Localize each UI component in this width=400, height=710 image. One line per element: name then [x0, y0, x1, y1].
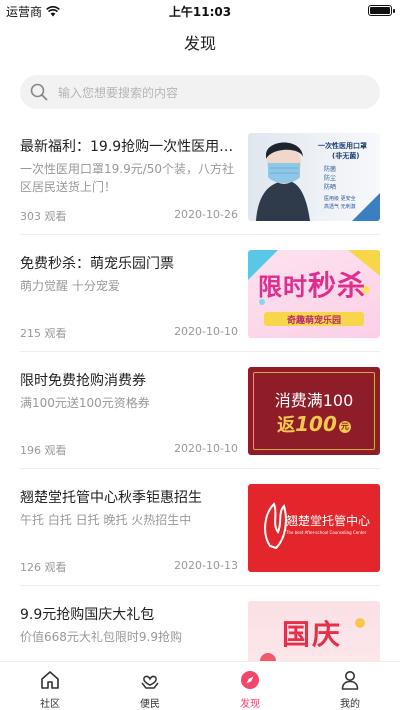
card-title: 翘楚堂托管中心秋季钜惠招生 [20, 490, 202, 506]
thumb-note: 医用级 更安全 [324, 196, 356, 202]
tab-label: 发现 [240, 699, 260, 710]
card-views: 126 观看 [20, 561, 67, 574]
tab-community[interactable]: 社区 [0, 662, 100, 710]
tab-label: 便民 [140, 699, 160, 710]
card-title: 最新福利：19.9抢购一次性医用口罩 [20, 139, 235, 155]
thumb-heading: 一次性医用口罩 [318, 142, 367, 150]
card-desc: 萌力觉醒 十分宠爱 [20, 279, 120, 293]
card-desc: 价值668元大礼包限时9.9抢购 [20, 630, 182, 644]
thumb-line2-unit: 元 [338, 420, 351, 433]
thumb-line2-prefix: 返 [277, 415, 296, 436]
search-placeholder: 输入您想要搜索的内容 [58, 86, 179, 100]
thumb-heading-b: 秒杀 [308, 269, 367, 302]
thumb-english: The best After-school Counseling Center [286, 530, 367, 535]
card-views: 215 观看 [20, 327, 67, 340]
feed-card-pet-park[interactable]: 免费秒杀：萌宠乐园门票 萌力觉醒 十分宠爱 215 观看 2020-10-10 … [20, 235, 380, 351]
card-desc: 一次性医用口罩19.9元/50个装，八方社区居民送货上门！ [20, 162, 235, 194]
card-date: 2020-10-26 [174, 208, 238, 221]
feed-card-childcare[interactable]: 翘楚堂托管中心秋季钜惠招生 午托 白托 日托 晚托 火热招生中 126 观看 2… [20, 469, 380, 585]
status-bar: 运营商 上午11:03 [0, 0, 400, 22]
user-icon [341, 671, 359, 690]
card-thumbnail: 消费满100 返100 元 [248, 367, 380, 455]
card-title: 9.9元抢购国庆大礼包 [20, 607, 155, 623]
card-date: 2020-10-13 [174, 559, 238, 572]
thumb-heading: 限时秒杀 [258, 264, 366, 304]
tab-label: 社区 [40, 699, 60, 710]
card-title: 限时免费抢购消费券 [20, 373, 146, 389]
compass-icon [241, 671, 259, 689]
card-date: 2020-10-10 [174, 325, 238, 338]
heart-hand-icon [141, 675, 159, 689]
thumb-line2-value: 100 [295, 412, 337, 436]
page-title: 发现 [183, 34, 216, 53]
thumb-name: 翘楚堂托管中心 [286, 514, 371, 528]
tab-label: 我的 [340, 699, 360, 710]
thumb-feature: 防菌 [324, 166, 337, 173]
tab-profile[interactable]: 我的 [300, 662, 400, 710]
thumb-ribbon: 奇趣萌宠乐园 [286, 316, 341, 326]
status-time: 上午11:03 [168, 5, 232, 19]
card-date: 2020-10-10 [174, 442, 238, 455]
card-thumbnail: 限时秒杀 奇趣萌宠乐园 [248, 250, 380, 338]
card-thumbnail: 一次性医用口罩 (非无菌) 防菌 防尘 防晒 医用级 更安全 高透气 无刺激 [248, 133, 380, 221]
thumb-text: 国庆 [282, 618, 343, 651]
thumb-sub: (非无菌) [332, 152, 360, 160]
thumb-heading-a: 限时 [258, 273, 308, 301]
feed-card-mask[interactable]: 最新福利：19.9抢购一次性医用口罩 一次性医用口罩19.9元/50个装，八方社… [20, 118, 380, 234]
thumb-notes: 医用级 更安全 高透气 无刺激 [324, 195, 356, 211]
tab-services[interactable]: 便民 [100, 662, 200, 710]
card-views: 196 观看 [20, 444, 67, 457]
battery-icon [368, 5, 395, 16]
thumb-line2: 返100 元 [248, 411, 380, 437]
thumb-line1: 消费满100 [274, 391, 354, 410]
bottom-tabbar: 社区 便民 发现 我的 [0, 661, 400, 710]
card-desc: 午托 白托 日托 晚托 火热招生中 [20, 513, 192, 527]
feed-card-coupon[interactable]: 限时免费抢购消费券 满100元送100元资格券 196 观看 2020-10-1… [20, 352, 380, 468]
card-desc: 满100元送100元资格券 [20, 396, 150, 410]
thumb-feature: 防晒 [324, 184, 337, 191]
thumb-features: 防菌 防尘 防晒 [324, 165, 336, 192]
tab-discover[interactable]: 发现 [200, 662, 300, 710]
card-views: 303 观看 [20, 210, 67, 223]
search-input[interactable]: 输入您想要搜索的内容 [20, 75, 380, 109]
card-thumbnail: 翘楚堂托管中心 The best After-school Counseling… [248, 484, 380, 572]
search-icon [30, 83, 48, 101]
card-title: 免费秒杀：萌宠乐园门票 [20, 256, 174, 272]
home-icon [41, 671, 59, 689]
thumb-note: 高透气 无刺激 [324, 204, 356, 210]
thumb-feature: 防尘 [324, 175, 337, 182]
